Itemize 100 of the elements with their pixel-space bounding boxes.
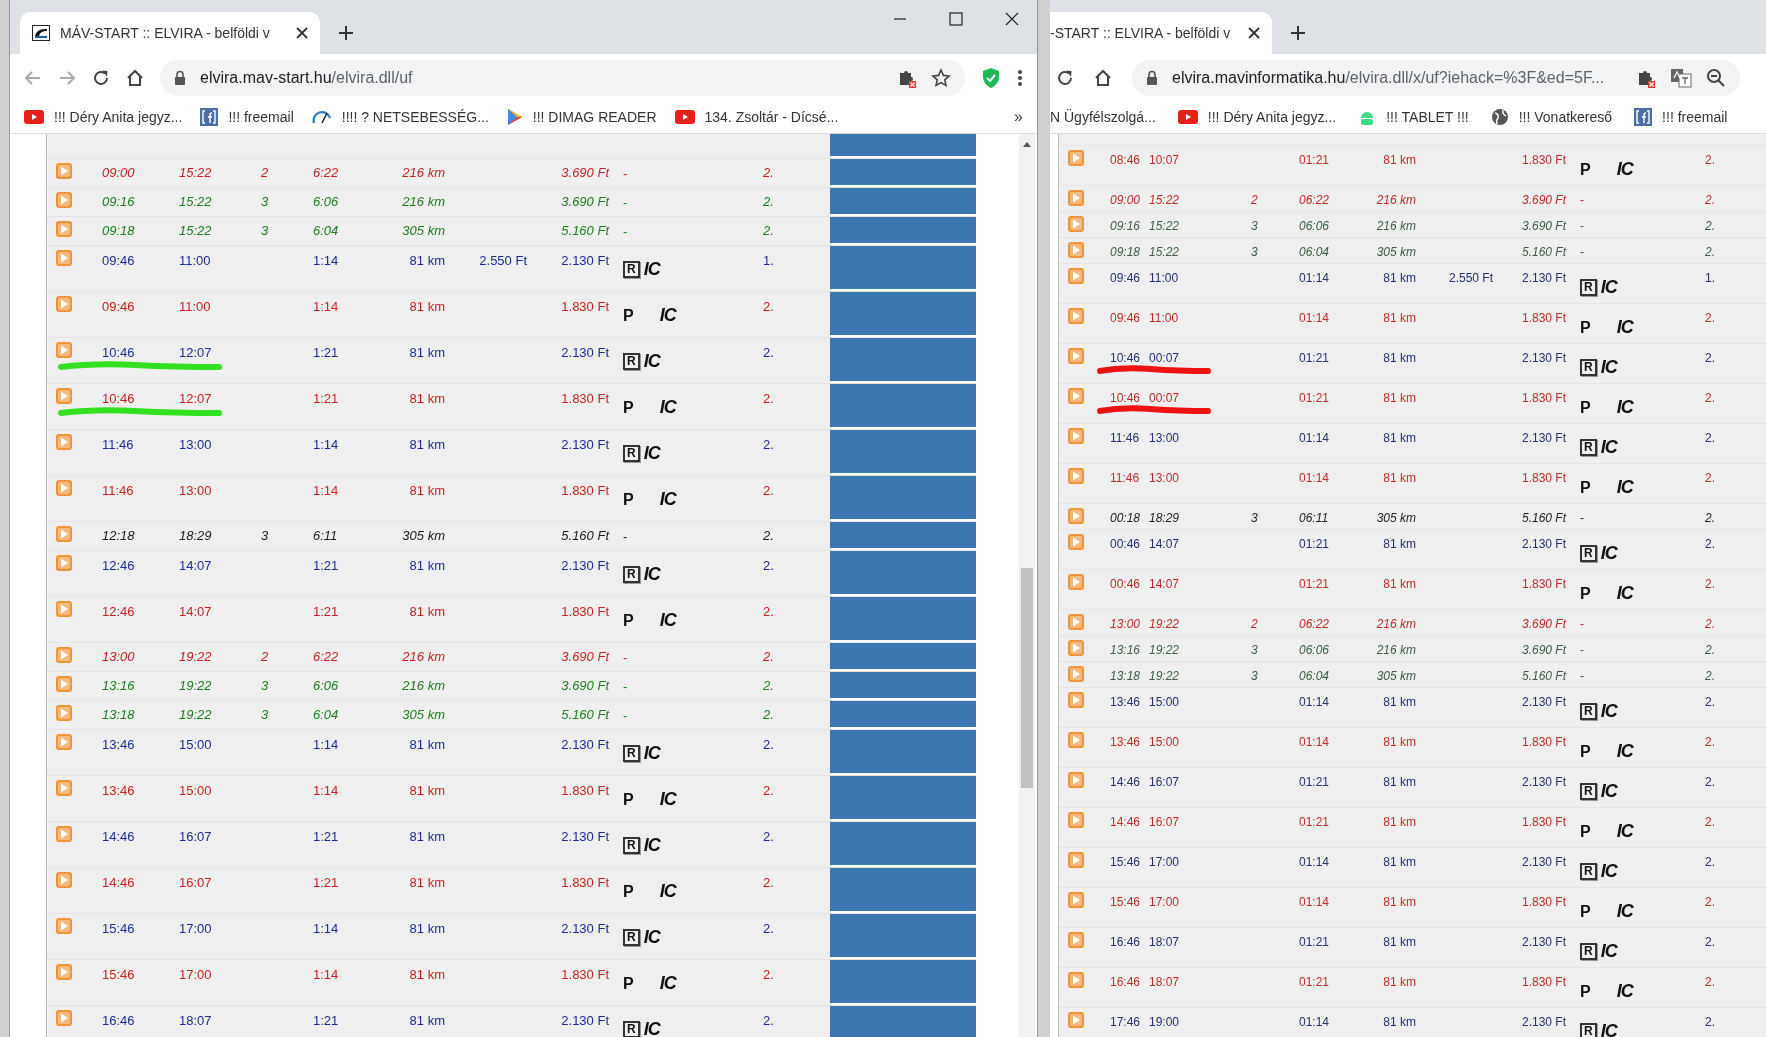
- play-button-icon[interactable]: [1068, 388, 1084, 404]
- class-label: 2.: [1705, 616, 1716, 632]
- play-button-icon[interactable]: [56, 296, 72, 312]
- forward-icon[interactable]: [58, 68, 76, 87]
- play-button-icon[interactable]: [1068, 1012, 1084, 1028]
- bookmark[interactable]: !!! Vonatkereső: [1490, 108, 1613, 126]
- play-button-icon[interactable]: [56, 526, 72, 542]
- url-text: elvira.mavinformatika.hu/elvira.dll/x/uf?iehack=%3F&ed=5F...: [1172, 68, 1605, 87]
- play-button-icon[interactable]: [56, 434, 72, 450]
- bookmark[interactable]: !!! freemail: [200, 108, 294, 126]
- bookmark[interactable]: !!! Déry Anita jegyz...: [1177, 109, 1337, 125]
- new-tab-icon[interactable]: [338, 25, 354, 41]
- new-tab-icon[interactable]: [1290, 25, 1306, 41]
- play-button-icon[interactable]: [56, 676, 72, 692]
- play-button-icon[interactable]: [1068, 268, 1084, 284]
- play-button-icon[interactable]: [1068, 932, 1084, 948]
- scroll-up-icon[interactable]: [1022, 140, 1032, 148]
- travel-time: 06:22: [1299, 616, 1331, 632]
- changes-count: 3: [261, 193, 270, 209]
- play-button-icon[interactable]: [56, 647, 72, 663]
- play-button-icon[interactable]: [1068, 348, 1084, 364]
- bookmark[interactable]: 134. Zsoltár - Dícsé...: [674, 109, 839, 125]
- play-button-icon[interactable]: [56, 601, 72, 617]
- arrival-time: 19:22: [179, 677, 213, 693]
- play-button-icon[interactable]: [1068, 534, 1084, 550]
- play-button-icon[interactable]: [56, 705, 72, 721]
- close-icon[interactable]: [296, 27, 308, 39]
- home-icon[interactable]: [1094, 68, 1112, 87]
- play-button-icon[interactable]: [56, 780, 72, 796]
- address-bar[interactable]: elvira.mav-start.hu/elvira.dll/uf: [160, 59, 965, 96]
- play-button-icon[interactable]: [1068, 468, 1084, 484]
- play-button-icon[interactable]: [56, 734, 72, 750]
- bookmark[interactable]: !!! Déry Anita jegyz...: [24, 109, 183, 125]
- play-button-icon[interactable]: [1068, 216, 1084, 232]
- departure-time: 09:00: [1110, 192, 1142, 208]
- seat-symbol: P: [1580, 399, 1591, 416]
- play-button-icon[interactable]: [56, 221, 72, 237]
- play-button-icon[interactable]: [1068, 692, 1084, 708]
- play-button-icon[interactable]: [1068, 732, 1084, 748]
- play-button-icon[interactable]: [1068, 242, 1084, 258]
- scrollbar[interactable]: [1019, 134, 1035, 1037]
- departure-time: 13:00: [102, 648, 136, 664]
- play-button-icon[interactable]: [1068, 640, 1084, 656]
- close-icon[interactable]: [1248, 27, 1260, 39]
- travel-time: 1:21: [313, 603, 340, 619]
- arrival-time: 12:07: [179, 390, 213, 406]
- play-button-icon[interactable]: [1068, 892, 1084, 908]
- play-button-icon[interactable]: [56, 826, 72, 842]
- reload-icon[interactable]: [92, 68, 110, 87]
- browser-tab[interactable]: -START :: ELVIRA - belföldi v: [1050, 12, 1272, 54]
- play-button-icon[interactable]: [1068, 772, 1084, 788]
- back-icon[interactable]: [24, 68, 42, 87]
- play-button-icon[interactable]: [1068, 852, 1084, 868]
- play-button-icon[interactable]: [1068, 508, 1084, 524]
- play-button-icon[interactable]: [1068, 428, 1084, 444]
- play-button-icon[interactable]: [56, 342, 72, 358]
- departure-time: 14:46: [102, 828, 136, 844]
- reload-icon[interactable]: [1056, 68, 1074, 87]
- play-button-icon[interactable]: [56, 163, 72, 179]
- play-button-icon[interactable]: [56, 388, 72, 404]
- bookmark[interactable]: !!! freemail: [1634, 108, 1728, 126]
- maximize-icon[interactable]: [949, 12, 963, 26]
- play-button-icon[interactable]: [1068, 972, 1084, 988]
- zoom-icon[interactable]: [1706, 67, 1726, 88]
- play-button-icon[interactable]: [1068, 666, 1084, 682]
- browser-tab[interactable]: MÁV-START :: ELVIRA - belföldi v: [20, 12, 320, 54]
- seat-symbol: P: [623, 791, 634, 808]
- travel-time: 01:21: [1299, 814, 1331, 830]
- menu-icon[interactable]: [1017, 68, 1023, 87]
- play-button-icon[interactable]: [56, 480, 72, 496]
- bookmark[interactable]: !!! DIMAG READER: [506, 108, 657, 126]
- play-button-icon[interactable]: [56, 918, 72, 934]
- play-button-icon[interactable]: [56, 250, 72, 266]
- distance: 81 km: [408, 390, 445, 406]
- scroll-thumb[interactable]: [1021, 568, 1033, 788]
- home-icon[interactable]: [126, 68, 144, 87]
- globe-icon: [1490, 108, 1509, 126]
- play-button-icon[interactable]: [1068, 614, 1084, 630]
- star-icon[interactable]: [931, 67, 951, 88]
- play-button-icon[interactable]: [56, 192, 72, 208]
- play-button-icon[interactable]: [56, 555, 72, 571]
- translate-icon[interactable]: [1670, 67, 1692, 88]
- close-icon[interactable]: [1005, 12, 1019, 26]
- play-button-icon[interactable]: [56, 964, 72, 980]
- address-bar[interactable]: elvira.mavinformatika.hu/elvira.dll/x/uf?iehack=%3F&ed=5F...: [1132, 59, 1740, 96]
- travel-time: 6:06: [313, 677, 340, 693]
- play-button-icon[interactable]: [1068, 150, 1084, 166]
- shield-icon[interactable]: [981, 66, 1001, 89]
- play-button-icon[interactable]: [1068, 812, 1084, 828]
- class-label: 2.: [1705, 152, 1716, 168]
- bookmark[interactable]: !!! TABLET !!!: [1358, 109, 1469, 125]
- arrival-time: 15:22: [179, 193, 213, 209]
- play-button-icon[interactable]: [56, 1010, 72, 1026]
- play-button-icon[interactable]: [1068, 190, 1084, 206]
- play-button-icon[interactable]: [56, 872, 72, 888]
- bookmark[interactable]: !!!! ? NETSEBESSÉG...: [311, 109, 489, 125]
- more-bookmarks[interactable]: »: [1014, 108, 1023, 126]
- play-button-icon[interactable]: [1068, 574, 1084, 590]
- bookmark[interactable]: N Ügyfélszolgá...: [1050, 109, 1156, 125]
- play-button-icon[interactable]: [1068, 308, 1084, 324]
